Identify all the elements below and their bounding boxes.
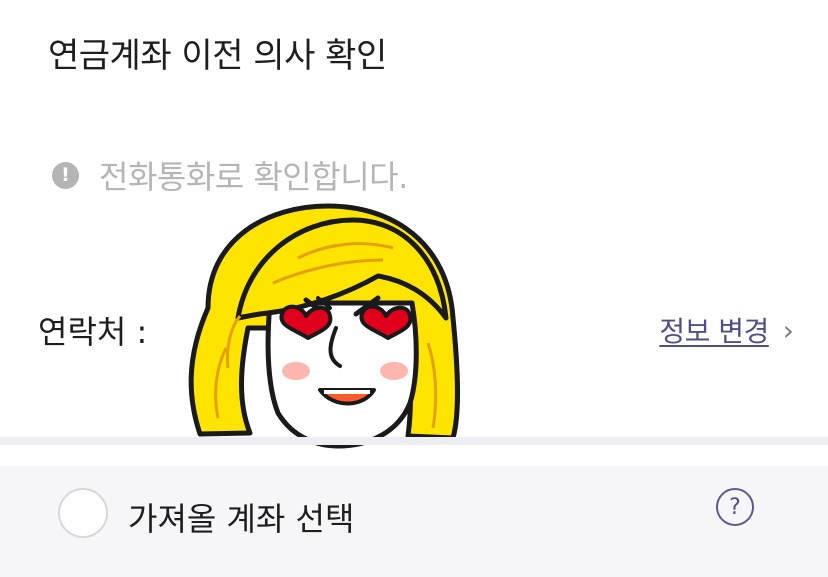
exclamation-icon: !	[52, 161, 79, 189]
sticker-cheek-left	[282, 362, 310, 380]
account-select-label[interactable]: 가져올 계좌 선택	[128, 494, 354, 540]
change-info-label[interactable]: 정보 변경	[659, 310, 769, 350]
account-select-radio[interactable]	[58, 488, 108, 538]
notice-text: 전화통화로 확인합니다.	[99, 158, 408, 196]
change-info-link[interactable]: 정보 변경 ›	[659, 310, 794, 350]
chevron-right-icon: ›	[782, 313, 794, 347]
sticker-cheek-right	[380, 362, 408, 380]
help-icon[interactable]: ?	[716, 488, 754, 526]
account-select-row[interactable]: 가져올 계좌 선택 ?	[0, 466, 828, 577]
contact-label: 연락처 :	[38, 313, 148, 351]
notice-row: ! 전화통화로 확인합니다.	[52, 152, 408, 198]
page-title: 연금계좌 이전 의사 확인	[48, 36, 387, 76]
pension-transfer-screen: 연금계좌 이전 의사 확인 ! 전화통화로 확인합니다. 연락처 : 정보 변경…	[0, 0, 828, 577]
character-sticker	[188, 203, 460, 449]
section-divider	[0, 437, 828, 445]
